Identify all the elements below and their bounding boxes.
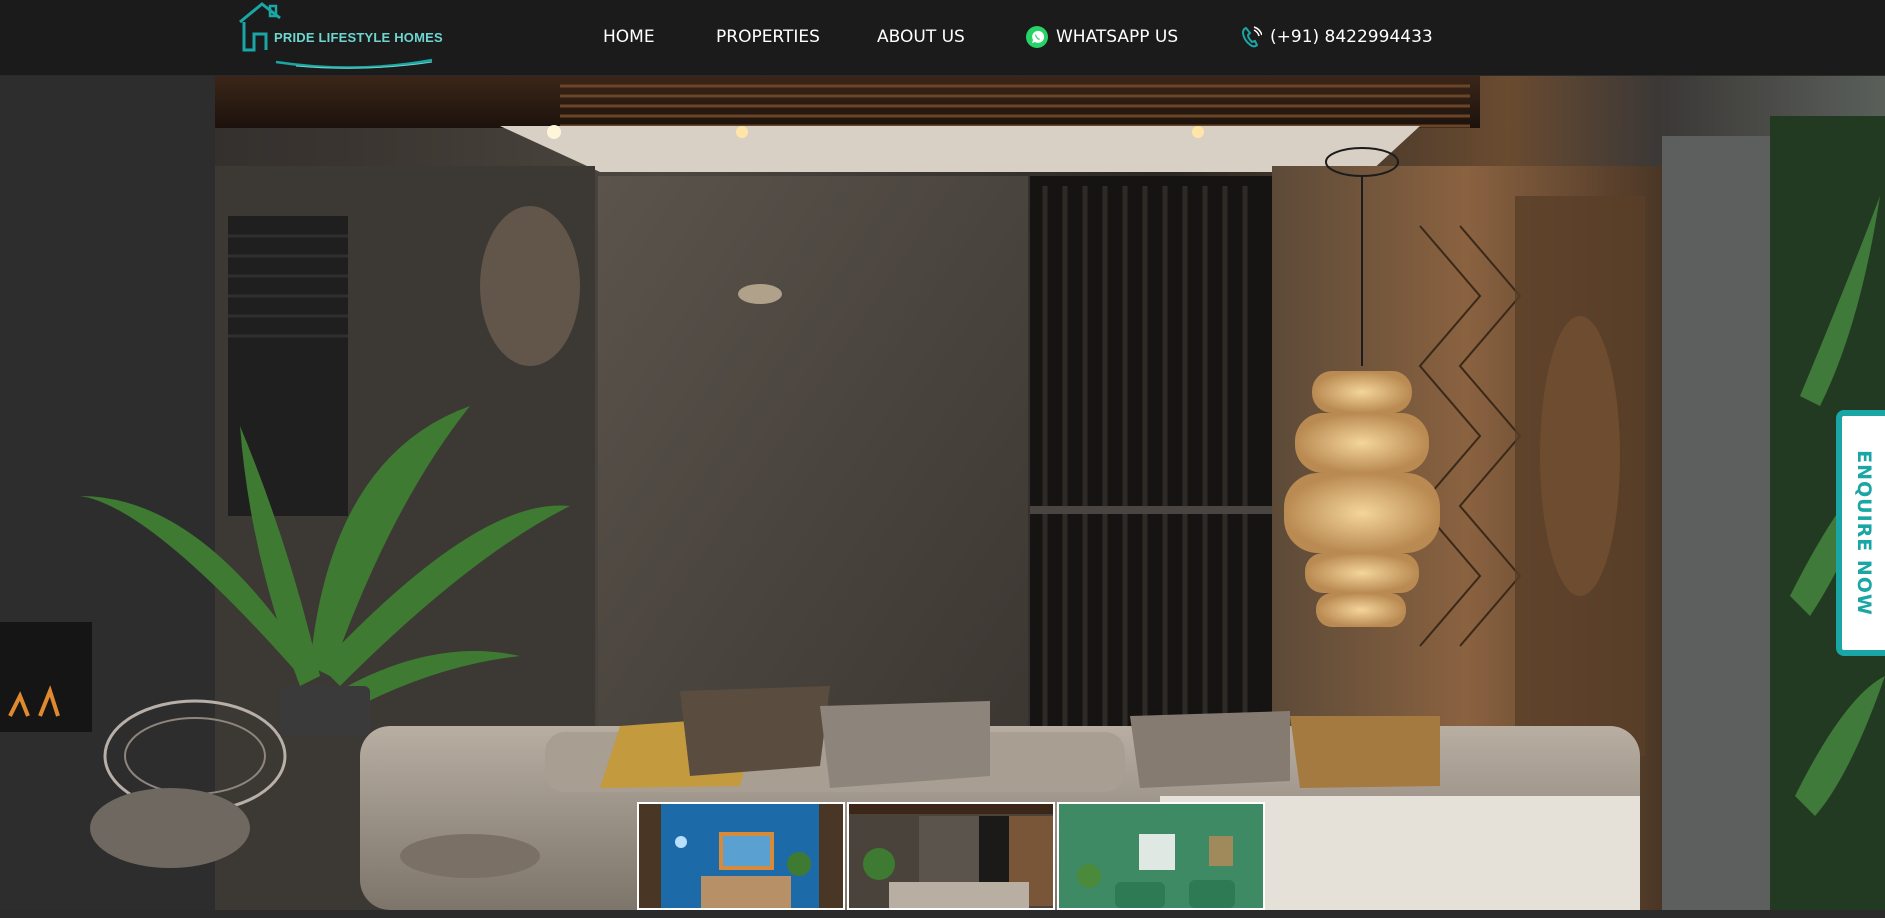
brand-logo[interactable]: PRIDE LIFESTYLE HOMES: [236, 0, 443, 74]
enquire-now-button[interactable]: ENQUIRE NOW: [1836, 410, 1885, 656]
thumbnail-image-dark-room: [849, 804, 1053, 908]
hero-illustration: [0, 76, 1885, 910]
thumbnail-image-blue-room: [639, 804, 843, 908]
nav-whatsapp[interactable]: WHATSAPP US: [1024, 24, 1178, 50]
thumbnail-strip: [637, 802, 1265, 910]
phone-icon: [1238, 24, 1264, 50]
nav-about-us[interactable]: ABOUT US: [877, 24, 965, 50]
thumbnail-image-green-room: [1059, 804, 1263, 908]
nav-phone[interactable]: (+91) 8422994433: [1238, 24, 1433, 50]
brand-name: PRIDE LIFESTYLE HOMES: [274, 30, 443, 45]
hero-image: [0, 76, 1885, 910]
thumbnail-1[interactable]: [637, 802, 845, 910]
nav-phone-number: (+91) 8422994433: [1270, 27, 1433, 47]
thumbnail-2[interactable]: [847, 802, 1055, 910]
thumbnail-3[interactable]: [1057, 802, 1265, 910]
enquire-now-label: ENQUIRE NOW: [1852, 450, 1875, 616]
nav-whatsapp-label: WHATSAPP US: [1056, 27, 1179, 47]
top-navbar: PRIDE LIFESTYLE HOMES HOME PROPERTIES AB…: [0, 0, 1885, 76]
nav-home[interactable]: HOME: [603, 24, 655, 50]
bottom-bar: [0, 910, 1885, 918]
nav-properties[interactable]: PROPERTIES: [716, 24, 820, 50]
whatsapp-icon: [1024, 24, 1050, 50]
